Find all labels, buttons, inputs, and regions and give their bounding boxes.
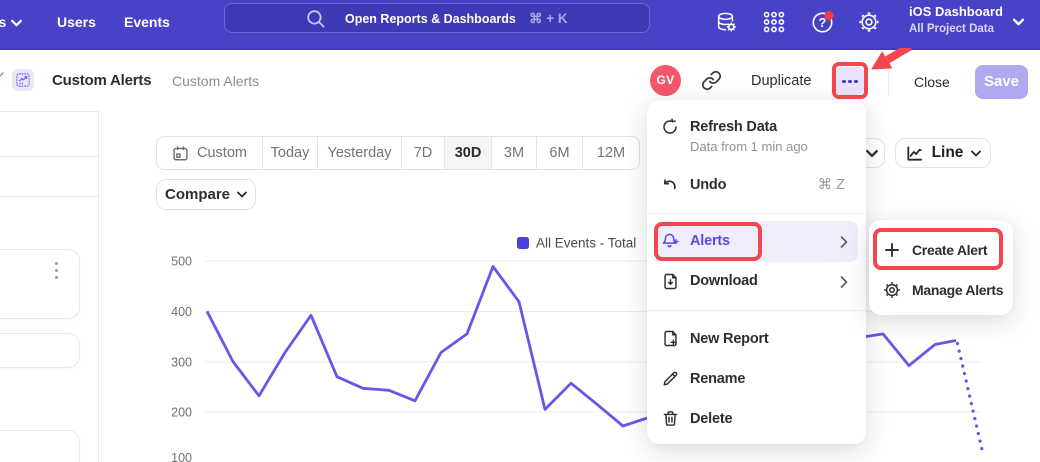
svg-text:All Events - Total: All Events - Total — [536, 236, 636, 251]
svg-text:300: 300 — [171, 356, 192, 370]
svg-text:500: 500 — [171, 255, 192, 269]
svg-text:100: 100 — [171, 451, 192, 462]
svg-text:200: 200 — [171, 406, 192, 420]
svg-text:400: 400 — [171, 305, 192, 319]
